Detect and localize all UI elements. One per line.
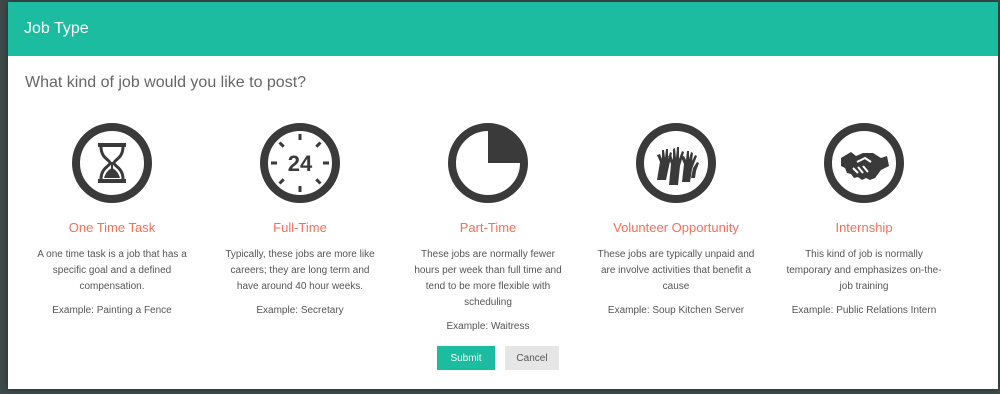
option-example: Example: Public Relations Intern — [791, 305, 937, 316]
option-example: Example: Secretary — [256, 305, 344, 316]
option-description: This kind of job is normally temporary a… — [786, 249, 942, 292]
option-title: Full-Time — [273, 220, 327, 235]
option-description: A one time task is a job that has a spec… — [37, 249, 187, 292]
option-example: Example: Waitress — [446, 321, 530, 332]
submit-button[interactable]: Submit — [437, 346, 495, 370]
job-type-modal: Job Type What kind of job would you like… — [8, 2, 998, 389]
modal-header: Job Type — [8, 2, 998, 56]
pie-clock-icon — [394, 122, 582, 206]
option-description: These jobs are normally fewer hours per … — [414, 249, 562, 308]
option-title: Volunteer Opportunity — [613, 220, 739, 235]
cancel-button[interactable]: Cancel — [505, 346, 559, 370]
option-description: Typically, these jobs are more like care… — [225, 249, 375, 292]
raised-hands-icon — [582, 122, 770, 206]
option-example: Example: Soup Kitchen Server — [607, 305, 745, 316]
option-one-time-task[interactable]: One Time Task A one time task is a job t… — [18, 122, 206, 334]
hourglass-icon — [18, 122, 206, 206]
option-description: These jobs are typically unpaid and are … — [597, 249, 755, 292]
modal-title: Job Type — [24, 20, 89, 37]
modal-buttons: Submit Cancel — [8, 346, 998, 370]
option-part-time[interactable]: Part-Time These jobs are normally fewer … — [394, 122, 582, 334]
option-full-time[interactable]: 24 Full-Time Typically, these jobs are m… — [206, 122, 394, 334]
option-title: Part-Time — [459, 220, 517, 235]
option-title: Internship — [835, 220, 893, 235]
option-internship[interactable]: Internship This kind of job is normally … — [770, 122, 958, 334]
handshake-icon — [770, 122, 958, 206]
option-volunteer-opportunity[interactable]: Volunteer Opportunity These jobs are typ… — [582, 122, 770, 334]
clock-number: 24 — [288, 151, 313, 176]
question-text: What kind of job would you like to post? — [25, 74, 307, 91]
clock-24-icon: 24 — [206, 122, 394, 206]
option-title: One Time Task — [68, 220, 156, 235]
option-example: Example: Painting a Fence — [52, 305, 172, 316]
job-type-options: One Time Task A one time task is a job t… — [18, 122, 958, 334]
